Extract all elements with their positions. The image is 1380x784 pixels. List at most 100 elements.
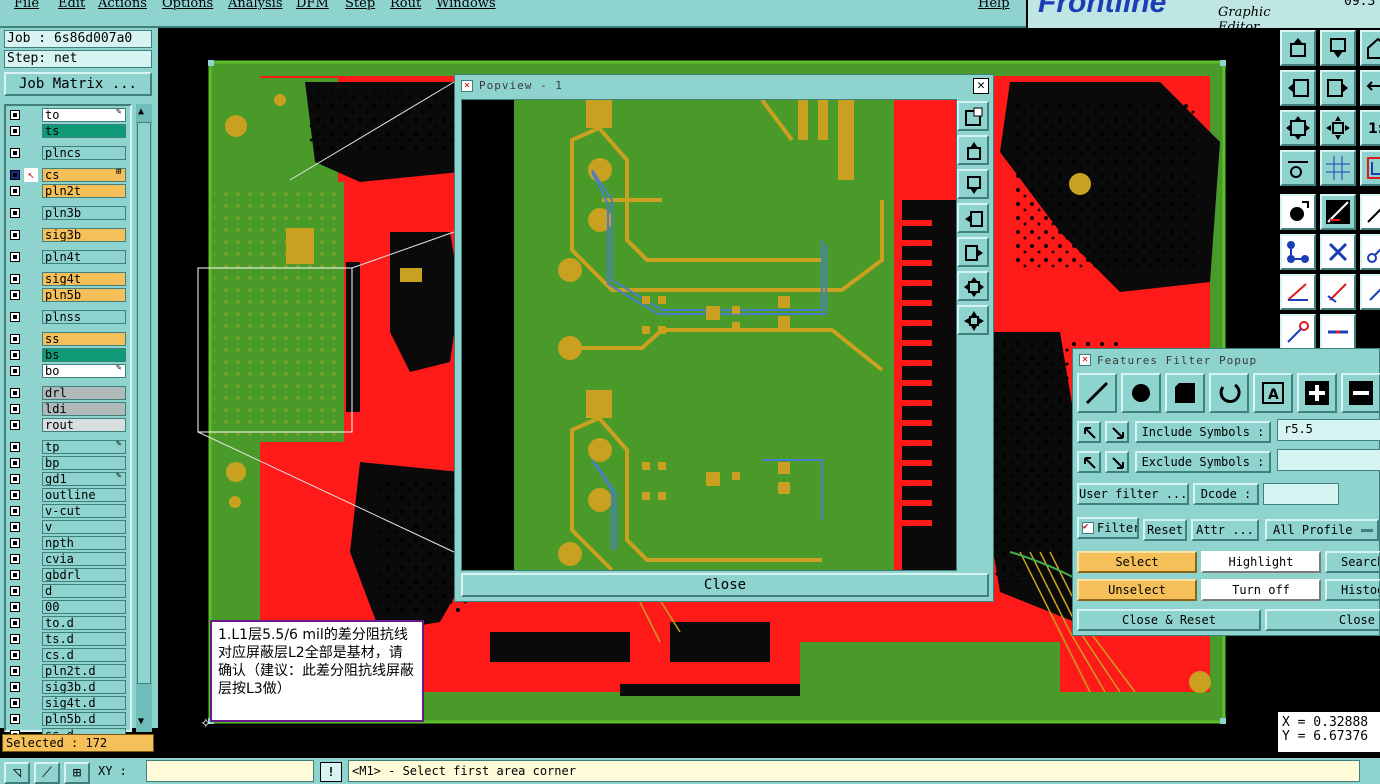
layer-checkbox[interactable] — [10, 274, 20, 284]
layer-checkbox[interactable] — [10, 350, 20, 360]
turn-off-button[interactable]: Turn off — [1201, 579, 1321, 601]
layer-row-ts-d[interactable]: ts.d — [8, 632, 128, 647]
layer-checkbox[interactable] — [10, 618, 20, 628]
scroll-up-icon[interactable]: ▲ — [138, 106, 144, 117]
layer-checkbox[interactable] — [10, 698, 20, 708]
layer-checkbox[interactable] — [10, 474, 20, 484]
layer-checkbox[interactable] — [10, 404, 20, 414]
layer-row-sig4t-d[interactable]: sig4t.d — [8, 696, 128, 711]
slide-icon[interactable] — [1360, 274, 1380, 310]
net-tool-icon[interactable] — [1360, 150, 1380, 186]
include-symbols-button[interactable]: Include Symbols : — [1135, 421, 1271, 443]
filter-toggle[interactable]: ✔ Filter — [1077, 517, 1139, 539]
layer-row-to-d[interactable]: to.d — [8, 616, 128, 631]
layer-checkbox[interactable] — [10, 538, 20, 548]
layer-checkbox[interactable] — [10, 126, 20, 136]
pad-symbol-icon[interactable] — [1121, 373, 1161, 413]
layer-checkbox[interactable] — [10, 252, 20, 262]
layer-row-sig3b-d[interactable]: sig3b.d — [8, 680, 128, 695]
popview-close-icon[interactable]: ✕ — [973, 78, 989, 94]
select-button[interactable]: Select — [1077, 551, 1197, 573]
layer-checkbox[interactable] — [10, 186, 20, 196]
undo-icon[interactable] — [1360, 70, 1380, 106]
xy-input[interactable] — [146, 760, 314, 782]
layer-row-v-cut[interactable]: v-cut — [8, 504, 128, 519]
layer-checkbox[interactable] — [10, 570, 20, 580]
popview-close-button[interactable]: Close — [461, 573, 989, 597]
layer-checkbox[interactable] — [10, 312, 20, 322]
layer-row-ss[interactable]: ss — [8, 332, 128, 347]
layer-row-sig4t[interactable]: sig4t — [8, 272, 128, 287]
exclude-arrow-icon[interactable] — [1077, 451, 1101, 473]
filter-window-menu-icon[interactable]: ✕ — [1079, 354, 1091, 366]
pan-right-icon[interactable] — [1320, 70, 1356, 106]
surface-symbol-icon[interactable] — [1165, 373, 1205, 413]
close-reset-button[interactable]: Close & Reset — [1077, 609, 1261, 631]
home-icon[interactable] — [1360, 30, 1380, 66]
angle-icon[interactable] — [1280, 274, 1316, 310]
menu-actions[interactable]: Actions — [98, 0, 147, 11]
histogram-button[interactable]: Histogram — [1325, 579, 1380, 601]
popview-pan-left-icon[interactable] — [957, 203, 989, 233]
layer-row-plnss[interactable]: plnss — [8, 310, 128, 325]
layer-checkbox[interactable] — [10, 420, 20, 430]
layer-checkbox[interactable] — [10, 714, 20, 724]
include-arrow-alt-icon[interactable] — [1105, 421, 1129, 443]
layer-row-plncs[interactable]: plncs — [8, 146, 128, 161]
layer-checkbox[interactable] — [10, 148, 20, 158]
user-filter-button[interactable]: User filter ... — [1077, 483, 1189, 505]
layer-row-tp[interactable]: tp ✎ — [8, 439, 128, 455]
menu-rout[interactable]: Rout — [390, 0, 421, 11]
point-icon[interactable] — [1280, 314, 1316, 350]
layer-row-bo[interactable]: bo ✎ — [8, 363, 128, 379]
layer-row-to[interactable]: to ✎ — [8, 107, 128, 123]
window-menu-icon[interactable]: ✕ — [461, 80, 473, 92]
filter-checkbox-icon[interactable]: ✔ — [1082, 522, 1094, 534]
layer-row-pln5b-d[interactable]: pln5b.d — [8, 712, 128, 727]
reset-button[interactable]: Reset — [1143, 519, 1187, 541]
grid-snap-icon[interactable]: ⊞ — [64, 762, 90, 784]
layer-row-cvia[interactable]: cvia — [8, 552, 128, 567]
line-mode-icon[interactable]: ⟋ — [34, 762, 60, 784]
layer-checkbox[interactable] — [10, 290, 20, 300]
layer-row-pln5b[interactable]: pln5b — [8, 288, 128, 303]
layer-row-00[interactable]: 00 — [8, 600, 128, 615]
layer-row-ldi[interactable]: ldi — [8, 402, 128, 417]
include-symbols-input[interactable]: r5.5 — [1277, 419, 1380, 441]
layer-checkbox[interactable] — [10, 442, 20, 452]
arc-tool-icon[interactable] — [1360, 194, 1380, 230]
prompt-alert-button[interactable]: ! — [320, 762, 342, 782]
profile-dropdown[interactable]: All Profile — [1265, 519, 1379, 541]
negative-polarity-icon[interactable] — [1341, 373, 1380, 413]
menu-options[interactable]: Options — [162, 0, 213, 11]
layer-list[interactable]: to ✎ ts plncs ↖ cs ⊞ pln2t pln3b sig3b pln4t sig4t p… — [4, 104, 132, 742]
menu-windows[interactable]: Windows — [436, 0, 496, 11]
layer-row-bp[interactable]: bp — [8, 456, 128, 471]
zoom-fit-icon[interactable] — [1280, 110, 1316, 146]
move-icon[interactable] — [1320, 274, 1356, 310]
layer-row-pln2t-d[interactable]: pln2t.d — [8, 664, 128, 679]
layer-row-v[interactable]: v — [8, 520, 128, 535]
measure-icon[interactable] — [1280, 150, 1316, 186]
layer-row-npth[interactable]: npth — [8, 536, 128, 551]
highlight-button[interactable]: Highlight — [1201, 551, 1321, 573]
layer-checkbox[interactable] — [10, 388, 20, 398]
scroll-down-icon[interactable]: ▼ — [138, 716, 144, 727]
dcode-button[interactable]: Dcode : — [1193, 483, 1259, 505]
layer-up-icon[interactable] — [1280, 30, 1316, 66]
attr-button[interactable]: Attr ... — [1191, 519, 1259, 541]
layer-checkbox[interactable] — [10, 110, 20, 120]
filter-titlebar[interactable]: ✕ Features Filter Popup — [1075, 351, 1379, 369]
layer-checkbox[interactable] — [10, 334, 20, 344]
connect-icon[interactable] — [1280, 234, 1316, 270]
layer-checkbox[interactable] — [10, 490, 20, 500]
exclude-symbols-button[interactable]: Exclude Symbols : — [1135, 451, 1271, 473]
layer-checkbox[interactable] — [10, 506, 20, 516]
layer-down-icon[interactable] — [1320, 30, 1356, 66]
popview-canvas[interactable] — [461, 99, 957, 571]
layer-row-pln4t[interactable]: pln4t — [8, 250, 128, 265]
layer-row-sig3b[interactable]: sig3b — [8, 228, 128, 243]
layer-row-gbdrl[interactable]: gbdrl — [8, 568, 128, 583]
layer-row-pln2t[interactable]: pln2t — [8, 184, 128, 199]
menu-analysis[interactable]: Analysis — [228, 0, 283, 11]
